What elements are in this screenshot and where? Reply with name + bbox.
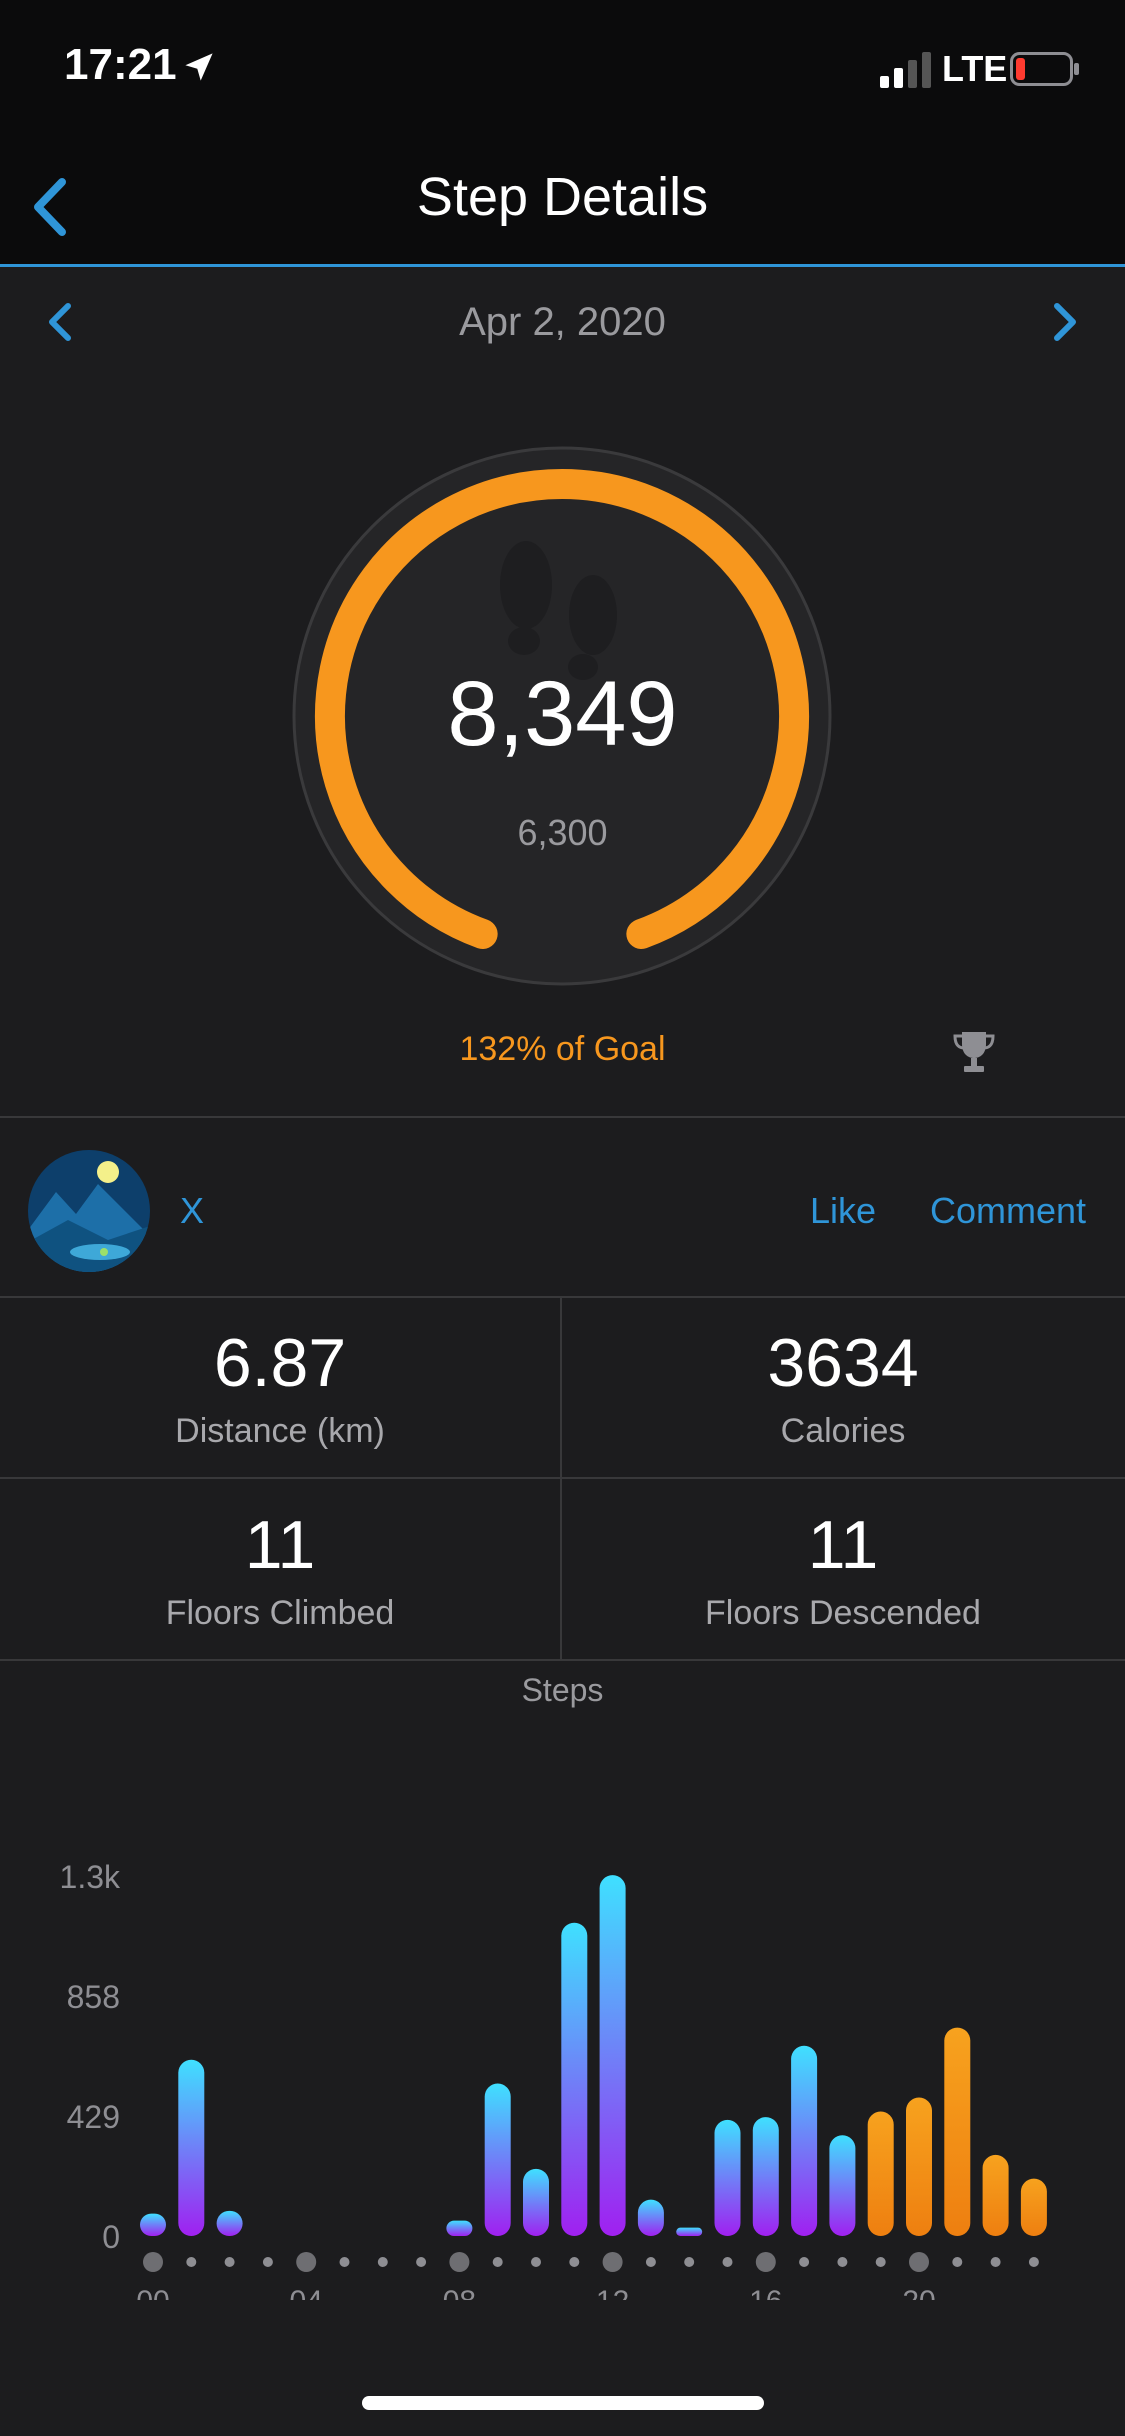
x-tick-dot — [449, 2252, 470, 2272]
battery-low-icon — [1010, 52, 1079, 86]
stat-value: 6.87 — [213, 1325, 347, 1401]
y-tick-label: 429 — [67, 2099, 120, 2135]
x-tick-dot — [224, 2257, 235, 2267]
y-axis: 0 429 858 1.3k — [60, 1859, 121, 2255]
stat-value: 11 — [244, 1507, 316, 1583]
home-indicator — [362, 2396, 764, 2410]
bar-hour-14 — [676, 2227, 703, 2236]
x-tick-dot — [990, 2257, 1001, 2267]
stat-label: Distance (km) — [175, 1412, 385, 1450]
social-row: X Like Comment — [0, 1120, 1125, 1298]
bar-hour-11 — [561, 1922, 588, 2236]
steps-goal: 6,300 — [517, 812, 608, 853]
x-tick-dot — [416, 2257, 427, 2267]
bar-hour-22 — [982, 2154, 1009, 2236]
x-tick-dot — [755, 2252, 776, 2272]
x-tick-dot — [377, 2257, 388, 2267]
bar-hour-18 — [829, 2135, 856, 2236]
y-tick-label: 0 — [102, 2219, 120, 2255]
stat-label: Floors Climbed — [165, 1594, 395, 1632]
x-tick-dot — [837, 2257, 848, 2267]
location-arrow-icon — [185, 53, 213, 81]
bars — [140, 1875, 1047, 2236]
x-tick-label: 08 — [443, 2285, 476, 2300]
x-tick-label: 20 — [902, 2285, 935, 2300]
status-bar: 17:21 LTE — [0, 0, 1125, 150]
x-tick-dot — [492, 2257, 503, 2267]
bar-hour-0 — [140, 2213, 166, 2236]
cellular-signal-icon — [880, 52, 931, 88]
x-tick-label: 00 — [136, 2285, 169, 2300]
floors-descended-stat: 11 Floors Descended — [563, 1480, 1123, 1660]
stat-label: Floors Descended — [705, 1594, 981, 1632]
x-tick-label: 04 — [290, 2285, 323, 2300]
x-tick-dot — [799, 2257, 810, 2267]
bar-hour-13 — [637, 2199, 664, 2236]
x-tick-dot — [875, 2257, 886, 2267]
y-tick-label: 1.3k — [60, 1859, 121, 1895]
distance-stat: 6.87 Distance (km) — [0, 1298, 560, 1478]
bar-hour-12 — [599, 1875, 626, 2236]
bar-hour-2 — [216, 2210, 243, 2236]
divider — [0, 1116, 1125, 1118]
steps-count: 8,349 — [447, 663, 678, 765]
y-tick-label: 858 — [67, 1979, 120, 2015]
x-tick-dot — [143, 2252, 163, 2272]
stat-value: 11 — [807, 1507, 879, 1583]
comment-button[interactable]: Comment — [930, 1190, 1086, 1232]
bar-hour-20 — [906, 2097, 932, 2236]
bar-hour-9 — [484, 2083, 511, 2236]
hourly-steps-chart: 0 429 858 1.3k 00 04 08 12 16 20 — [60, 1859, 1047, 2300]
bar-hour-19 — [867, 2111, 894, 2236]
x-tick-dot — [569, 2257, 580, 2267]
x-tick-label: 12 — [596, 2285, 629, 2300]
x-tick-dot — [296, 2252, 317, 2272]
x-tick-dot — [531, 2257, 541, 2267]
x-tick-label: 16 — [749, 2285, 782, 2300]
trophy-icon[interactable] — [952, 1028, 996, 1076]
network-type: LTE — [942, 48, 1008, 89]
stats-column-divider — [560, 1298, 562, 1660]
x-tick-dot — [722, 2257, 733, 2267]
stat-value: 3634 — [767, 1325, 919, 1401]
bar-hour-15 — [714, 2119, 741, 2236]
current-date: Apr 2, 2020 — [459, 300, 666, 344]
status-time: 17:21 — [64, 40, 177, 89]
x-tick-dot — [684, 2257, 695, 2267]
navigation-bar: Step Details — [0, 150, 1125, 267]
x-tick-dot — [645, 2257, 656, 2267]
like-button[interactable]: Like — [810, 1190, 876, 1232]
stat-label: Calories — [780, 1412, 906, 1450]
next-day-icon[interactable] — [1045, 294, 1085, 350]
bar-hour-16 — [752, 2117, 779, 2236]
x-tick-dot — [909, 2252, 929, 2272]
bar-hour-1 — [178, 2059, 205, 2236]
date-navigator: Apr 2, 2020 — [0, 268, 1125, 378]
x-tick-dot — [602, 2252, 623, 2272]
avatar[interactable] — [28, 1150, 150, 1272]
bar-hour-10 — [523, 2168, 549, 2236]
username-link[interactable]: X — [180, 1190, 204, 1232]
bar-hour-17 — [791, 2045, 818, 2236]
bar-hour-8 — [446, 2220, 473, 2236]
divider — [0, 1659, 1125, 1661]
x-axis: 00 04 08 12 16 20 — [136, 2252, 1039, 2300]
x-tick-dot — [339, 2257, 350, 2267]
floors-climbed-stat: 11 Floors Climbed — [0, 1480, 560, 1660]
x-tick-dot — [1028, 2257, 1039, 2267]
page-title: Step Details — [416, 167, 709, 227]
stats-grid: 6.87 Distance (km) 3634 Calories 11 Floo… — [0, 1298, 1125, 1660]
x-tick-dot — [262, 2257, 273, 2267]
x-tick-dot — [186, 2257, 197, 2267]
calories-stat: 3634 Calories — [563, 1298, 1123, 1478]
x-tick-dot — [952, 2257, 963, 2267]
divider — [0, 1477, 1125, 1479]
bar-hour-21 — [944, 2027, 971, 2236]
bar-hour-23 — [1020, 2178, 1047, 2236]
